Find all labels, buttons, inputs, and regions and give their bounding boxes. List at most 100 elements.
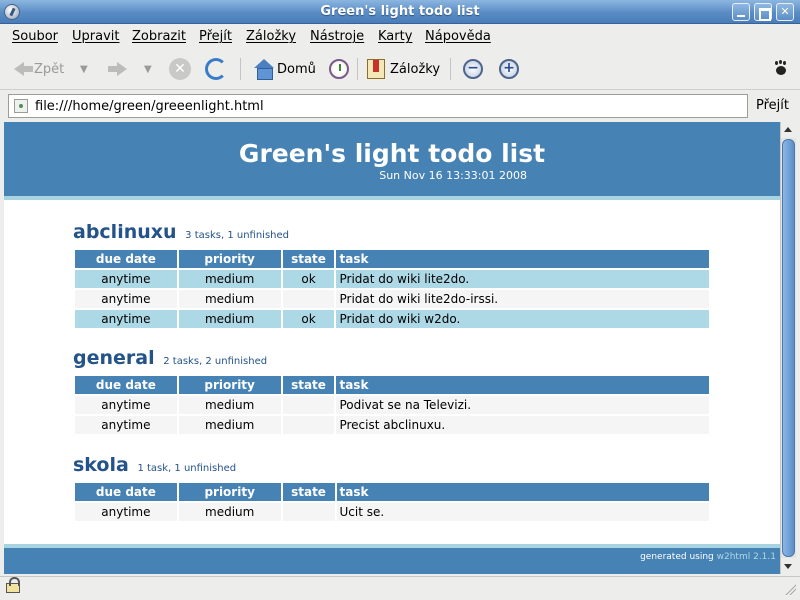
column-header-state: state [282,376,335,394]
page-title: Green's light todo list [238,139,546,168]
menu-edit[interactable]: Upravit [72,29,119,44]
url-text[interactable]: file:///home/green/greeenlight.html [35,99,264,114]
bookmarks-label: Záložky [390,61,441,77]
column-header-due-date: due date [75,250,177,268]
bookmarks-button[interactable]: Záložky [367,57,440,81]
chevron-down-icon: ▼ [144,63,152,75]
home-label: Domů [277,61,316,77]
cell-state [282,290,335,308]
forward-arrow-icon [107,60,127,78]
history-button[interactable] [329,57,349,81]
cell-task: Podivat se na Televizi. [336,396,709,414]
url-input[interactable]: file:///home/green/greeenlight.html [8,94,748,118]
table-header-row: due date priority state task [75,250,709,268]
cell-state [282,503,335,521]
cell-task: Pridat do wiki w2do. [336,310,709,328]
zoom-in-button[interactable]: + [499,57,519,81]
section-title-abclinuxu: abclinuxu 3 tasks, 1 unfinished [73,221,289,243]
footer-prefix: generated using [640,552,714,562]
scroll-up-arrow-icon[interactable] [781,122,796,138]
column-header-priority: priority [178,483,281,501]
forward-history-dropdown[interactable]: ▼ [144,57,152,81]
menu-file[interactable]: Soubor [12,29,58,44]
go-button[interactable]: Přejít [756,98,789,113]
section-name: skola [73,454,129,476]
stop-icon: ✕ [169,58,191,80]
window-titlebar[interactable]: Green's light todo list ✕ [0,0,800,24]
home-button[interactable]: Domů [254,57,316,81]
zoom-out-button[interactable]: − [463,57,483,81]
home-icon [254,59,274,80]
close-button[interactable]: ✕ [776,3,794,21]
table-row: anytime medium ok Pridat do wiki w2do. [75,310,709,328]
cell-priority: medium [178,416,281,434]
back-arrow-icon [14,60,34,78]
vertical-scrollbar[interactable] [780,122,796,574]
menu-tools[interactable]: Nástroje [310,29,364,44]
reload-icon [205,58,227,80]
scroll-down-arrow-icon[interactable] [781,558,796,574]
cell-task: Ucit se. [336,503,709,521]
column-header-due-date: due date [75,483,177,501]
table-row: anytime medium Precist abclinuxu. [75,416,709,434]
todo-table-general: due date priority state task anytime med… [73,374,711,436]
navigation-toolbar: Zpět ▼ ▼ ✕ Domů Záložky − + [0,48,800,90]
column-header-task: task [336,376,709,394]
forward-button[interactable] [107,57,127,81]
back-label: Zpět [34,61,65,77]
maximize-button[interactable] [754,3,772,21]
cell-due-date: anytime [75,503,177,521]
generator-link[interactable]: w2html 2.1.1 [717,552,776,562]
column-header-priority: priority [178,250,281,268]
cell-due-date: anytime [75,416,177,434]
cell-due-date: anytime [75,290,177,308]
cell-task: Pridat do wiki lite2do. [336,270,709,288]
site-identity-icon[interactable] [14,99,28,113]
table-row: anytime medium Ucit se. [75,503,709,521]
page-footer: generated using w2html 2.1.1 [4,544,780,574]
todo-table-skola: due date priority state task anytime med… [73,481,711,523]
stop-button[interactable]: ✕ [169,57,191,81]
toolbar-separator [357,58,358,80]
menu-view[interactable]: Zobrazit [132,29,186,44]
zoom-in-icon: + [499,59,519,79]
column-header-priority: priority [178,376,281,394]
page-header: Green's light todo list Sun Nov 16 13:33… [4,122,780,200]
toolbar-separator [450,58,451,80]
menu-bookmarks[interactable]: Záložky [246,29,296,44]
page-date: Sun Nov 16 13:33:01 2008 [379,169,527,182]
cell-state: ok [282,270,335,288]
cell-priority: medium [178,310,281,328]
window-title: Green's light todo list [320,4,480,19]
toolbar-separator [240,58,241,80]
lock-icon[interactable] [6,577,20,593]
menu-go[interactable]: Přejít [199,29,232,44]
section-title-skola: skola 1 task, 1 unfinished [73,454,236,476]
todo-table-abclinuxu: due date priority state task anytime med… [73,248,711,330]
resize-grip[interactable] [784,583,796,595]
scrollbar-thumb[interactable] [782,139,795,557]
reload-button[interactable] [205,57,227,81]
cell-priority: medium [178,396,281,414]
menu-help[interactable]: Nápověda [425,29,491,44]
minimize-button[interactable] [732,3,750,21]
page-viewport: Green's light todo list Sun Nov 16 13:33… [4,122,780,574]
column-header-due-date: due date [75,376,177,394]
section-meta: 2 tasks, 2 unfinished [163,356,268,367]
back-history-dropdown[interactable]: ▼ [80,57,88,81]
cell-task: Pridat do wiki lite2do-irssi. [336,290,709,308]
status-bar [0,576,800,600]
paw-icon [774,61,788,75]
menu-tabs[interactable]: Karty [378,29,412,44]
column-header-task: task [336,483,709,501]
section-meta: 1 task, 1 unfinished [137,463,237,474]
cell-state: ok [282,310,335,328]
section-name: general [73,347,155,369]
table-row: anytime medium Podivat se na Televizi. [75,396,709,414]
cell-state [282,416,335,434]
menu-bar: Soubor Upravit Zobrazit Přejít Záložky N… [0,25,800,47]
table-row: anytime medium Pridat do wiki lite2do-ir… [75,290,709,308]
table-header-row: due date priority state task [75,376,709,394]
cell-task: Precist abclinuxu. [336,416,709,434]
back-button[interactable]: Zpět [14,57,64,81]
